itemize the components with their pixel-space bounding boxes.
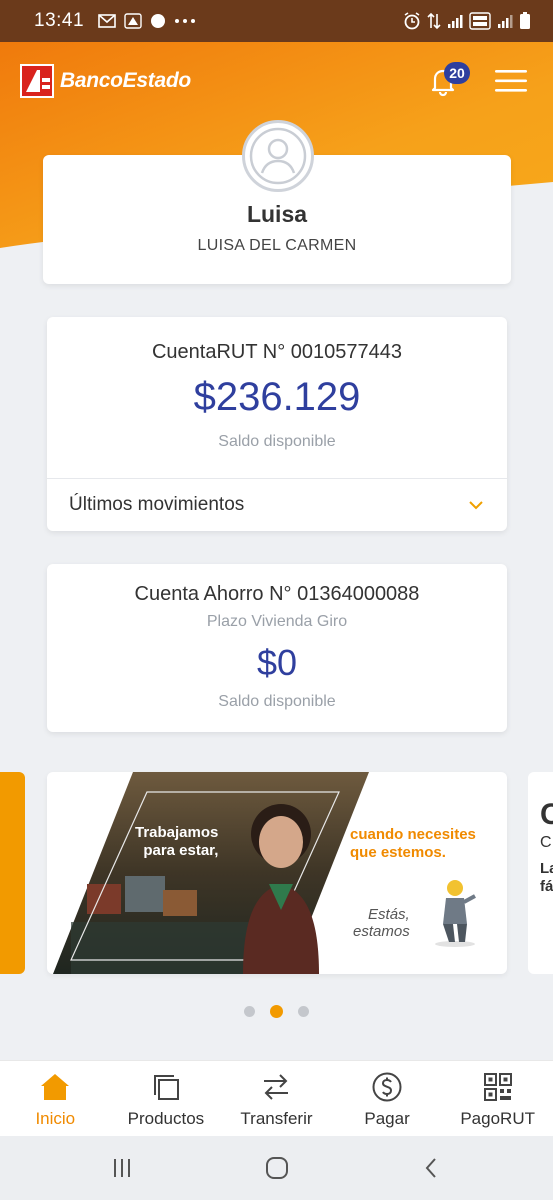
promo-banner[interactable]: Trabajamos para estar, cuando necesites … xyxy=(47,772,507,974)
status-right-icons xyxy=(403,12,531,30)
previous-banner-peek[interactable] xyxy=(0,772,25,974)
avatar[interactable] xyxy=(242,120,314,192)
android-nav-bar xyxy=(0,1136,553,1200)
hamburger-menu-icon[interactable] xyxy=(494,66,528,96)
nav-label: Transferir xyxy=(240,1109,313,1128)
signal2-icon xyxy=(498,15,513,28)
banner-text-left: Trabajamos para estar, xyxy=(135,824,218,860)
carousel-dot[interactable] xyxy=(244,1006,255,1017)
nav-productos[interactable]: Productos xyxy=(111,1061,222,1136)
next-banner-line2: fá xyxy=(540,878,553,895)
status-time: 13:41 xyxy=(34,10,85,31)
qr-icon xyxy=(483,1073,512,1101)
next-banner-line1: La xyxy=(540,860,553,877)
more-icon xyxy=(175,19,196,23)
account-card-ahorro[interactable]: Cuenta Ahorro N° 01364000088 Plazo Vivie… xyxy=(47,564,507,732)
dot-icon xyxy=(151,14,166,28)
nav-label: Pagar xyxy=(364,1109,410,1128)
banner-left-line1: Trabajamos xyxy=(135,824,219,841)
carousel-dot[interactable] xyxy=(298,1006,309,1017)
bottom-navigation: Inicio Productos Transferir Pagar PagoRU… xyxy=(0,1060,553,1136)
account-balance: $0 xyxy=(256,642,298,683)
nav-transferir[interactable]: Transferir xyxy=(221,1061,332,1136)
next-banner-title: C xyxy=(540,798,553,831)
account-subtitle: Plazo Vivienda Giro xyxy=(206,613,348,630)
battery-icon xyxy=(520,12,530,29)
next-banner-peek[interactable]: C C La fá xyxy=(528,772,553,974)
account-balance: $236.129 xyxy=(193,375,361,419)
account-title: Cuenta Ahorro N° 01364000088 xyxy=(134,583,420,605)
balance-label: Saldo disponible xyxy=(218,433,336,450)
mascot-icon xyxy=(435,880,476,947)
gmail-icon xyxy=(98,14,116,28)
signal-app-icon xyxy=(124,13,142,29)
data-icon xyxy=(427,12,441,30)
recent-apps-icon[interactable] xyxy=(110,1156,134,1180)
bancoestado-logo-icon xyxy=(20,64,54,98)
profile-name: Luisa xyxy=(246,201,308,227)
home-button-icon[interactable] xyxy=(265,1156,289,1180)
nav-pagorut[interactable]: PagoRUT xyxy=(442,1061,553,1136)
account-card-cuentarut[interactable]: CuentaRUT N° 0010577443 $236.129 Saldo d… xyxy=(47,317,507,531)
nav-label: Inicio xyxy=(35,1109,76,1128)
banner-slogan-line1: Estás, xyxy=(368,906,410,923)
home-icon xyxy=(41,1074,70,1100)
user-avatar-icon xyxy=(249,127,307,185)
volte-icon xyxy=(469,12,491,30)
chevron-down-icon[interactable] xyxy=(467,499,485,511)
signal-icon xyxy=(448,15,463,28)
nav-inicio[interactable]: Inicio xyxy=(0,1061,111,1136)
banner-left-line2: para estar, xyxy=(143,842,219,859)
nav-label: PagoRUT xyxy=(460,1109,535,1128)
profile-full-name: LUISA DEL CARMEN xyxy=(197,237,357,254)
next-banner-subtitle: C xyxy=(540,834,552,851)
alarm-icon xyxy=(404,12,420,30)
banner-slogan-line2: estamos xyxy=(353,923,410,940)
banner-right-line2: que estemos. xyxy=(350,844,446,861)
notification-badge[interactable]: 20 xyxy=(444,62,470,84)
status-left-icons xyxy=(98,13,196,29)
nav-pagar[interactable]: Pagar xyxy=(332,1061,443,1136)
banner-text-right: cuando necesites que estemos. xyxy=(350,826,476,862)
balance-label: Saldo disponible xyxy=(218,693,336,710)
transfer-icon xyxy=(264,1074,289,1100)
brand-name: BancoEstado xyxy=(60,69,191,92)
bank-logo[interactable]: BancoEstado xyxy=(20,64,191,98)
pay-icon xyxy=(372,1072,402,1102)
products-icon xyxy=(153,1075,179,1100)
account-title: CuentaRUT N° 0010577443 xyxy=(151,341,403,363)
carousel-dot-active[interactable] xyxy=(270,1005,283,1018)
nav-label: Productos xyxy=(127,1109,205,1128)
latest-movements-toggle[interactable]: Últimos movimientos xyxy=(47,479,507,531)
back-icon[interactable] xyxy=(420,1156,444,1180)
banner-right-line1: cuando necesites xyxy=(350,826,476,843)
status-bar: 13:41 xyxy=(0,0,553,42)
latest-movements-label: Últimos movimientos xyxy=(69,494,245,515)
carousel-indicators xyxy=(0,1005,553,1018)
banner-slogan: Estás, estamos xyxy=(353,906,410,940)
